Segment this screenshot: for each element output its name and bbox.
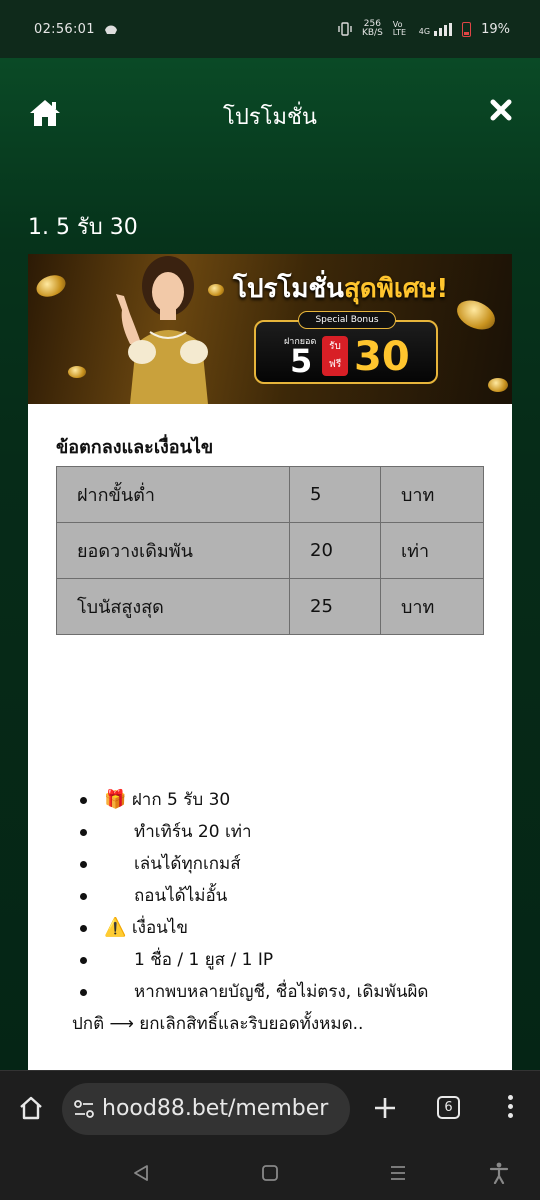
list-item: หากพบหลายบัญชี, ชื่อไม่ตรง, เดิมพันผิด ป… — [72, 976, 480, 1040]
list-item: 1 ชื่อ / 1 ยูส / 1 IP — [80, 944, 480, 976]
table-cell: 20 — [289, 522, 381, 579]
address-bar[interactable]: hood88.bet/member — [62, 1083, 350, 1135]
list-item: เล่นได้ทุกเกมส์ — [80, 848, 480, 880]
terms-table: ฝากขั้นต่ำ 5 บาท ยอดวางเดิมพัน 20 เท่า โ… — [56, 466, 484, 635]
volte-label: Vo LTE — [392, 20, 407, 37]
list-item: ⚠️ เงื่อนไข — [80, 912, 480, 944]
terms-heading: ข้อตกลงและเงื่อนไข — [56, 437, 214, 458]
coin-decoration — [33, 271, 69, 301]
accessibility-icon[interactable] — [489, 1162, 509, 1184]
warning-icon: ⚠️ — [104, 917, 127, 938]
list-item: ทำเทิร์น 20 เท่า — [80, 816, 480, 848]
close-icon[interactable] — [489, 98, 513, 122]
status-time: 02:56:01 — [34, 21, 95, 37]
table-cell: บาท — [380, 466, 484, 523]
promo-title: 1. 5 รับ 30 — [28, 215, 138, 240]
table-cell: ฝากขั้นต่ำ — [56, 466, 290, 523]
model-image — [116, 256, 208, 404]
bonus-box: Special Bonus ฝากยอด 5 รับ ฟรี 30 — [254, 311, 438, 384]
system-navigation-bar — [0, 1146, 540, 1200]
tab-switcher-button[interactable]: 6 — [437, 1096, 460, 1119]
site-settings-icon[interactable] — [74, 1100, 94, 1118]
vibrate-icon — [338, 22, 352, 36]
promo-details-card: ข้อตกลงและเงื่อนไข ฝากขั้นต่ำ 5 บาท ยอดว… — [28, 404, 512, 1070]
special-bonus-tag: Special Bonus — [298, 311, 396, 329]
receive-free-badge: รับ ฟรี — [322, 336, 348, 376]
deposit-amount: 5 — [290, 342, 313, 380]
banner-headline: โปรโมชั่นสุดพิเศษ! — [233, 274, 449, 304]
more-options-icon[interactable] — [505, 1095, 515, 1121]
conditions-list: 🎁 ฝาก 5 รับ 30 ทำเทิร์น 20 เท่า เล่นได้ท… — [72, 784, 480, 1040]
main-content: โปรโมชั่น 1. 5 รับ 30 โปรโมชั่นสุดพิเศษ!… — [0, 58, 540, 1070]
browser-toolbar: hood88.bet/member 6 — [0, 1070, 540, 1146]
table-cell: 25 — [289, 578, 381, 635]
table-cell: โบนัสสูงสุด — [56, 578, 290, 635]
table-cell: เท่า — [380, 522, 484, 579]
signal-icon: 4G — [419, 22, 453, 36]
coin-decoration — [68, 366, 86, 378]
recents-square-icon[interactable] — [261, 1164, 279, 1182]
list-item: ถอนได้ไม่อั้น — [80, 880, 480, 912]
table-row: ยอดวางเดิมพัน 20 เท่า — [56, 522, 484, 579]
page-title: โปรโมชั่น — [223, 104, 317, 130]
table-row: โบนัสสูงสุด 25 บาท — [56, 578, 484, 635]
net-speed: 256 KB/S — [361, 19, 383, 38]
table-cell: 5 — [289, 466, 381, 523]
promo-banner: โปรโมชั่นสุดพิเศษ! Special Bonus ฝากยอด … — [28, 254, 512, 404]
home-icon[interactable] — [28, 98, 62, 128]
header: โปรโมชั่น — [0, 58, 540, 178]
status-bar: 02:56:01 256 KB/S Vo LTE 4G 19% — [0, 0, 540, 58]
battery-percent: 19% — [481, 21, 510, 37]
list-item: 🎁 ฝาก 5 รับ 30 — [80, 784, 480, 816]
coin-decoration — [452, 294, 500, 336]
new-tab-icon[interactable] — [372, 1095, 398, 1121]
bonus-amount: 30 — [354, 334, 410, 380]
table-row: ฝากขั้นต่ำ 5 บาท — [56, 466, 484, 523]
table-cell: บาท — [380, 578, 484, 635]
app-notification-icon — [104, 25, 117, 34]
recent-apps-icon[interactable] — [389, 1164, 407, 1182]
battery-icon — [462, 21, 472, 37]
coin-decoration — [488, 378, 508, 392]
url-text: hood88.bet/member — [102, 1096, 329, 1121]
home-icon[interactable] — [18, 1095, 44, 1121]
back-icon[interactable] — [132, 1164, 150, 1182]
gift-icon: 🎁 — [104, 789, 127, 810]
table-cell: ยอดวางเดิมพัน — [56, 522, 290, 579]
